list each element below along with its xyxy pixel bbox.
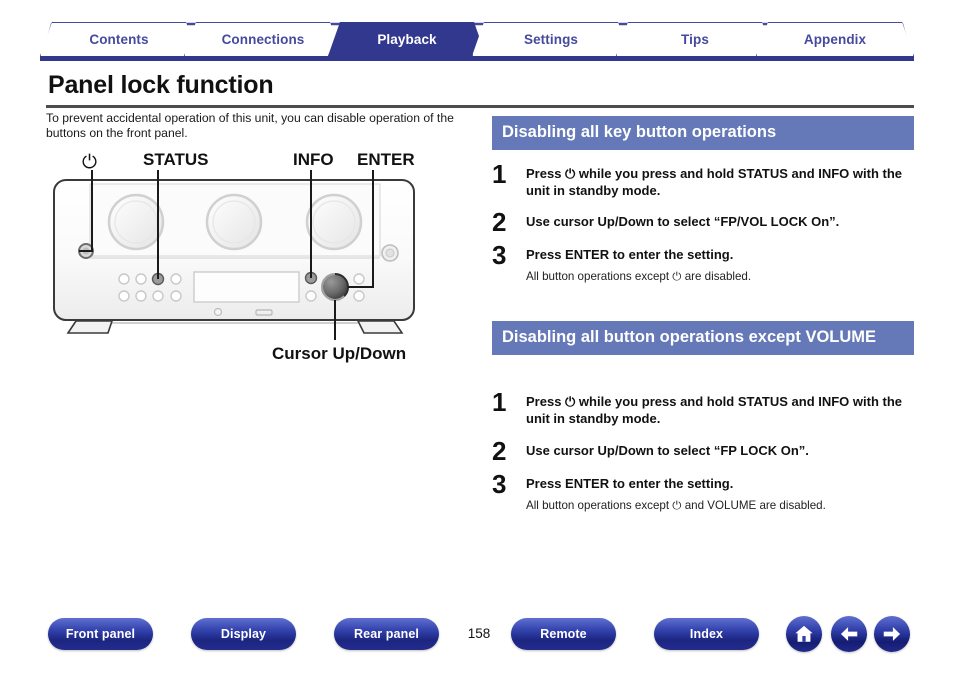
front-panel-diagram: ⏻ STATUS INFO ENTER Cursor Up/Down — [46, 148, 466, 383]
page-number: 158 — [467, 626, 491, 641]
tab-settings[interactable]: Settings — [472, 22, 630, 56]
tab-label: Connections — [221, 32, 305, 47]
step-item: 2 Use cursor Up/Down to select “FP/VOL L… — [492, 209, 914, 235]
tab-tips[interactable]: Tips — [616, 22, 774, 56]
step-item: 1 Press ⏻ while you press and hold STATU… — [492, 389, 914, 427]
tab-contents[interactable]: Contents — [40, 22, 198, 56]
step-text: Press ENTER to enter the setting. — [526, 247, 734, 262]
step-number: 1 — [492, 387, 507, 417]
tab-appendix[interactable]: Appendix — [756, 22, 914, 56]
nav-button-rear-panel[interactable]: Rear panel — [334, 618, 439, 650]
home-icon[interactable] — [786, 616, 822, 652]
intro-paragraph: To prevent accidental operation of this … — [46, 111, 454, 140]
page-title: Panel lock function — [48, 71, 274, 99]
diagram-label-info: INFO — [293, 150, 334, 169]
nav-button-index[interactable]: Index — [654, 618, 759, 650]
diagram-label-cursor: Cursor Up/Down — [272, 344, 407, 363]
step-text: Press ENTER to enter the setting. — [526, 476, 734, 491]
step-item: 1 Press ⏻ while you press and hold STATU… — [492, 161, 914, 199]
tab-label: Contents — [89, 32, 149, 47]
diagram-label-status: STATUS — [143, 150, 209, 169]
tab-label: Playback — [377, 32, 437, 47]
nav-button-label: Display — [220, 627, 267, 641]
nav-button-label: Index — [689, 627, 724, 641]
diagram-label-power: ⏻ — [82, 152, 98, 173]
step-number: 1 — [492, 159, 507, 189]
tab-playback[interactable]: Playback — [328, 22, 486, 56]
tab-label: Appendix — [803, 32, 867, 47]
step-text: Press ⏻ while you press and hold STATUS … — [526, 166, 903, 198]
nav-button-label: Front panel — [65, 627, 136, 641]
tab-connections[interactable]: Connections — [184, 22, 342, 56]
section-heading-disable-all-keys: Disabling all key button operations — [492, 116, 914, 150]
arrow-left-icon[interactable] — [831, 616, 867, 652]
nav-button-display[interactable]: Display — [191, 618, 296, 650]
section-heading-disable-except-volume: Disabling all button operations except V… — [492, 321, 914, 355]
step-note: All button operations except ⏻ are disab… — [526, 269, 752, 283]
step-item: 3 Press ENTER to enter the setting. All … — [492, 242, 914, 284]
tab-bar-underline — [40, 56, 914, 61]
tab-bar: Contents Connections Playback Settings T… — [40, 22, 914, 60]
nav-button-label: Remote — [540, 627, 587, 641]
step-text: Press ⏻ while you press and hold STATUS … — [526, 394, 903, 426]
diagram-label-enter: ENTER — [357, 150, 415, 169]
nav-button-label: Rear panel — [354, 627, 419, 641]
step-item: 3 Press ENTER to enter the setting. All … — [492, 471, 914, 513]
step-number: 2 — [492, 207, 507, 237]
title-divider — [46, 105, 914, 108]
arrow-right-icon[interactable] — [874, 616, 910, 652]
step-number: 3 — [492, 240, 507, 270]
step-item: 2 Use cursor Up/Down to select “FP LOCK … — [492, 438, 914, 464]
step-text: Use cursor Up/Down to select “FP/VOL LOC… — [526, 214, 840, 229]
step-text: Use cursor Up/Down to select “FP LOCK On… — [526, 443, 809, 458]
nav-button-front-panel[interactable]: Front panel — [48, 618, 153, 650]
step-note: All button operations except ⏻ and VOLUM… — [526, 498, 826, 512]
nav-button-remote[interactable]: Remote — [511, 618, 616, 650]
tab-label: Settings — [523, 32, 579, 47]
bottom-navigation-bar: Front panel Display Rear panel 158 Remot… — [0, 608, 954, 673]
step-number: 2 — [492, 436, 507, 466]
step-number: 3 — [492, 469, 507, 499]
tab-label: Tips — [681, 32, 709, 47]
